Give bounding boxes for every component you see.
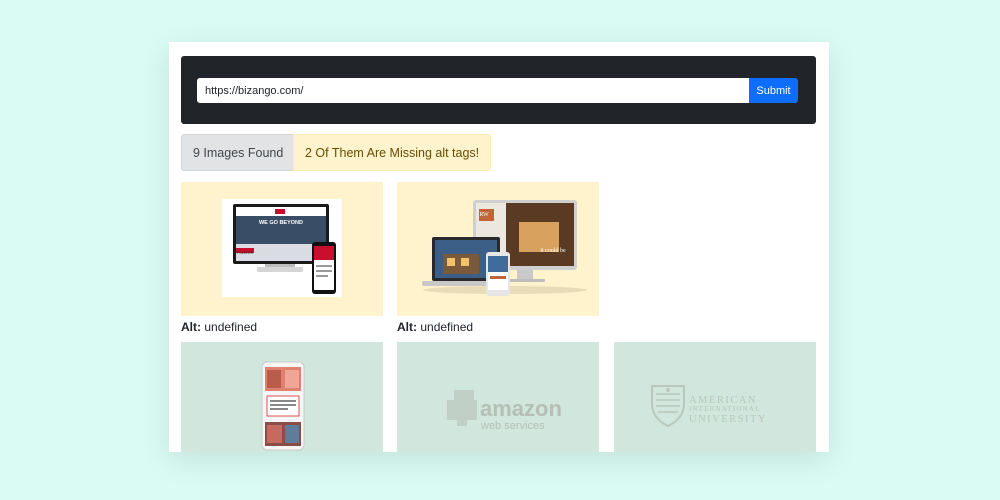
alt-label: Alt: [181, 320, 201, 334]
screen-headline: WE GO BEYOND [259, 220, 303, 226]
aws-logo-subword: web services [480, 420, 545, 432]
aiu-logo-line2: INTERNATIONAL [689, 405, 761, 413]
alt-caption: Alt: undefined [397, 320, 473, 334]
image-tile[interactable]: RW it could be [397, 182, 599, 316]
submit-button[interactable]: Submit [749, 78, 798, 103]
image-tile[interactable]: WE GO BEYOND POLENTE [181, 182, 383, 316]
aws-logo-word: amazon [480, 396, 562, 421]
image-tile[interactable]: AMERICAN INTERNATIONAL UNIVERSITY [614, 342, 816, 452]
alt-label: Alt: [397, 320, 417, 334]
phone-mockup-icon [261, 361, 305, 451]
image-tile[interactable]: amazon web services [397, 342, 599, 452]
url-form: Submit [181, 56, 816, 124]
american-international-university-logo: AMERICAN INTERNATIONAL UNIVERSITY [651, 385, 767, 428]
desktop-phone-mockup-icon: WE GO BEYOND POLENTE [222, 199, 342, 297]
url-input[interactable] [197, 78, 749, 103]
image-tile[interactable] [181, 342, 383, 452]
images-found-badge: 9 Images Found [181, 134, 296, 171]
alt-checker-card: Submit 9 Images Found 2 Of Them Are Miss… [169, 42, 829, 452]
multi-device-mockup-icon: RW it could be [422, 200, 587, 296]
missing-alt-badge: 2 Of Them Are Missing alt tags! [293, 134, 492, 171]
amazon-web-services-logo: amazon web services [447, 390, 562, 432]
screen-brand: POLENTE [237, 251, 254, 255]
screen-tagline: it could be [540, 248, 566, 254]
alt-value: undefined [420, 320, 474, 334]
alt-caption: Alt: undefined [181, 320, 257, 334]
alt-value: undefined [204, 320, 258, 334]
aiu-logo-line3: UNIVERSITY [689, 414, 767, 425]
screen-badge: RW [479, 212, 489, 218]
